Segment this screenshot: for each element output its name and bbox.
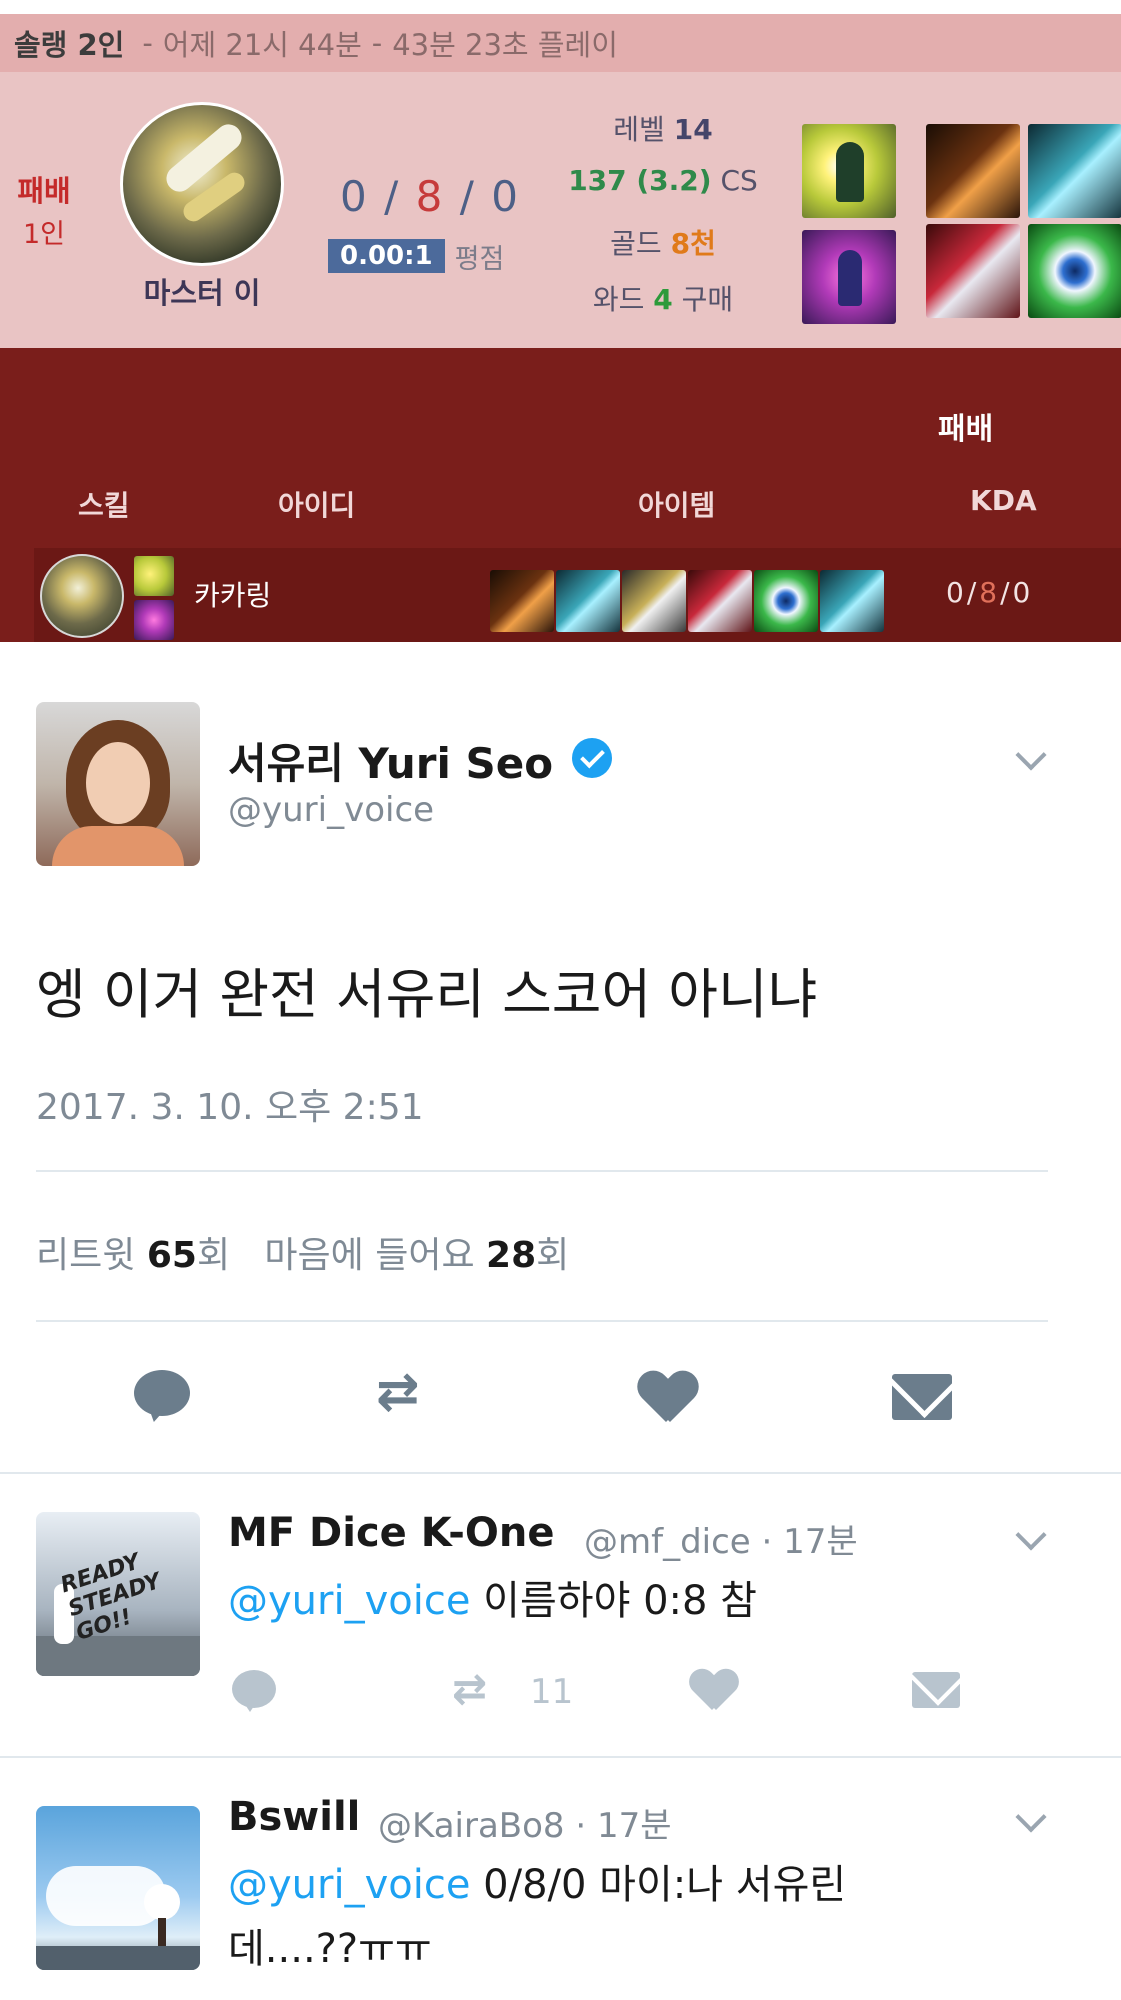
verified-badge-icon: [572, 738, 612, 778]
ghost-spell-icon: [802, 230, 896, 324]
sword-item-icon: [490, 570, 554, 632]
game-record-panel: 솔랭 2인 - 어제 21시 44분 - 43분 23초 플레이 패배 1인 마…: [0, 0, 1121, 642]
header-kda: KDA: [970, 484, 1037, 517]
avatar-caption: READY STEADY GO!!: [57, 1549, 164, 1646]
player-kda: 0/8/0: [946, 576, 1034, 609]
reply-avatar[interactable]: [36, 1806, 200, 1970]
reply-author-meta[interactable]: @mf_dice · 17분: [584, 1514, 858, 1563]
heart-icon[interactable]: [638, 1372, 698, 1422]
chevron-down-icon[interactable]: [1015, 739, 1047, 771]
ward-stat: 와드 4 구매: [592, 283, 734, 316]
player-name: 카카링: [194, 579, 272, 612]
game-summary: 솔랭 2인 - 어제 21시 44분 - 43분 23초 플레이 패배 1인 마…: [0, 14, 1121, 348]
divider: [36, 1170, 1048, 1172]
kda-score: 0 / 8 / 0: [340, 172, 520, 221]
chevron-down-icon[interactable]: [1015, 1801, 1047, 1833]
mail-icon[interactable]: [892, 1374, 952, 1420]
flash-spell-icon: [134, 556, 174, 596]
ghost-spell-icon: [134, 600, 174, 640]
reply-author-meta[interactable]: @KairaBo8 · 17분: [378, 1798, 672, 1847]
reply-author-name[interactable]: MF Dice K-One: [228, 1510, 554, 1556]
ward-eye-item-icon: [754, 570, 818, 632]
divider: [0, 1756, 1121, 1758]
retweet-count[interactable]: 65: [147, 1235, 197, 1276]
player-row: 카카링 0/8/0: [34, 548, 1121, 642]
champion-portrait: [120, 102, 284, 266]
gold-stat: 골드 8천: [610, 227, 716, 260]
game-detail-table: 패배 스킬 아이디 아이템 KDA 카카링 0/8/0: [0, 348, 1121, 642]
axe-item-icon: [688, 570, 752, 632]
like-count[interactable]: 28: [486, 1235, 536, 1276]
heart-icon[interactable]: [690, 1670, 738, 1710]
separator: -: [142, 26, 153, 60]
reply-text: @yuri_voice 이름하야 0:8 참: [228, 1578, 757, 1624]
queue-type: 솔랭 2인: [14, 28, 125, 62]
level-stat: 레벨 14: [613, 113, 713, 146]
tweet-stats: 리트윗 65회 마음에 들어요 28회: [36, 1235, 570, 1276]
header-items: 아이템: [638, 489, 716, 522]
header-id: 아이디: [278, 489, 356, 522]
header-skill: 스킬: [78, 489, 130, 522]
retweet-label: 리트윗: [36, 1235, 136, 1276]
hammer-item-icon: [622, 570, 686, 632]
retweet-icon[interactable]: ⇄: [376, 1366, 420, 1418]
reply-avatar[interactable]: READY STEADY GO!!: [36, 1512, 200, 1676]
cs-stat: 137 (3.2) CS: [568, 164, 758, 197]
author-name[interactable]: 서유리 Yuri Seo: [228, 730, 553, 791]
separator: -: [371, 26, 383, 60]
summary-header: 솔랭 2인 - 어제 21시 44분 - 43분 23초 플레이: [0, 14, 1121, 72]
assists: 0: [491, 172, 520, 221]
mention-link[interactable]: @yuri_voice: [228, 1862, 470, 1908]
reply-text: @yuri_voice 0/8/0 마이:나 서유린: [228, 1862, 847, 1908]
retweet-count: 11: [530, 1672, 574, 1712]
game-date: 어제 21시 44분: [162, 28, 362, 62]
deaths: 8: [415, 172, 445, 221]
result-label: 패배: [17, 174, 71, 208]
reply-icon[interactable]: [134, 1370, 190, 1416]
like-label: 마음에 들어요: [264, 1235, 475, 1276]
ratio-value: 0.00:1: [328, 239, 445, 273]
reply-text-line2: 데....??ㅠㅠ: [228, 1926, 432, 1972]
kills: 0: [340, 172, 369, 221]
divider: [0, 1472, 1121, 1474]
ward-eye-item-icon: [1028, 224, 1121, 318]
blade-item-icon: [1028, 124, 1121, 218]
team-result-tag: 패배: [938, 412, 994, 447]
champion-name: 마스터 이: [143, 276, 261, 310]
kda-ratio: 0.00:1 평점: [328, 236, 504, 276]
mail-icon[interactable]: [912, 1672, 960, 1708]
axe-item-icon: [926, 224, 1020, 318]
item-list: [490, 570, 884, 632]
flash-spell-icon: [802, 124, 896, 218]
party-size: 1인: [22, 219, 66, 250]
game-duration: 43분 23초 플레이: [392, 28, 618, 62]
chevron-down-icon[interactable]: [1015, 1519, 1047, 1551]
reply-author-name[interactable]: Bswill: [228, 1794, 360, 1840]
sword-item-icon: [926, 124, 1020, 218]
divider: [36, 1320, 1048, 1322]
tweet-timestamp: 2017. 3. 10. 오후 2:51: [36, 1087, 424, 1128]
tweet-text: 엥 이거 완전 서유리 스코어 아니냐: [36, 963, 818, 1026]
blade-item-icon: [556, 570, 620, 632]
ratio-label: 평점: [454, 243, 505, 275]
blade-item-icon: [820, 570, 884, 632]
author-handle[interactable]: @yuri_voice: [228, 790, 434, 830]
mention-link[interactable]: @yuri_voice: [228, 1578, 470, 1624]
reply-icon[interactable]: [232, 1670, 276, 1712]
champion-icon: [40, 554, 124, 638]
retweet-icon[interactable]: ⇄: [452, 1668, 487, 1710]
game-result: 패배 1인: [8, 168, 80, 251]
author-avatar[interactable]: [36, 702, 200, 866]
